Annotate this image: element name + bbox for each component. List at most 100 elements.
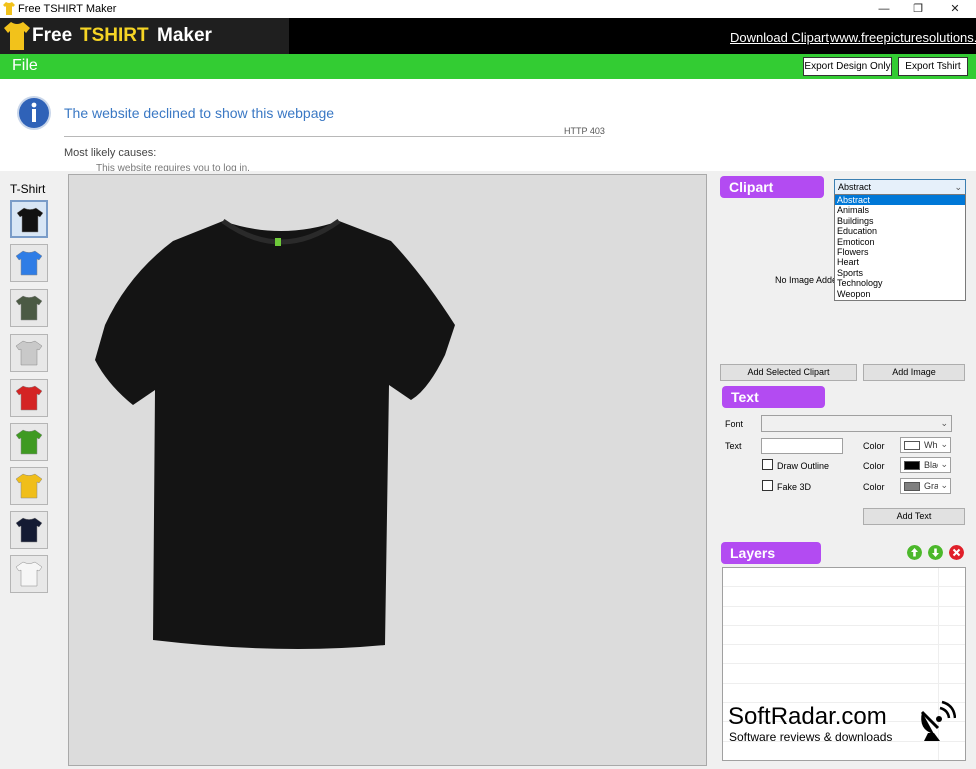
app-window: Free TSHIRT Maker — ❐ ✕ Free TSHIRT Make… [0,0,976,769]
font-select[interactable]: ⌄ [761,415,952,432]
move-layer-down-icon[interactable] [928,545,943,560]
menu-bar: File Export Design Only Export Tshirt [0,54,976,79]
clipart-heading: Clipart [720,176,824,198]
color-swatch [904,461,920,470]
clipart-dropdown-list: Abstract Animals Buildings Education Emotico… [834,194,966,301]
file-menu[interactable]: File [12,57,38,75]
clipart-option[interactable]: Heart [835,257,965,267]
text-color-label: Color [863,441,885,451]
tshirt-body [95,221,455,649]
color-swatch [904,441,920,450]
color-select-black[interactable]: Black⌄ [900,457,951,473]
layer-row [723,587,965,607]
draw-outline-checkbox[interactable] [762,459,773,470]
layers-heading: Layers [721,542,821,564]
error-title: The website declined to show this webpag… [64,105,335,121]
chevron-down-icon: ⌄ [940,439,948,449]
clipart-selected-value: Abstract [838,182,872,192]
add-image-button[interactable]: Add Image [863,364,965,381]
watermark-subtitle: Software reviews & downloads [729,730,893,744]
export-tshirt-button[interactable]: Export Tshirt [898,57,968,76]
satellite-dish-icon [920,700,956,741]
fake-3d-checkbox[interactable] [762,480,773,491]
tshirt-preview [95,218,455,649]
tshirt-swatch-navy[interactable] [10,511,48,549]
info-icon [17,96,51,130]
tshirt-icon [15,385,43,411]
error-cause-item: This website requires you to log in. [96,163,250,171]
tshirt-swatch-green[interactable] [10,423,48,461]
color-name: Black [924,460,938,470]
text-heading: Text [722,386,825,408]
chevron-down-icon: ⌄ [954,182,962,192]
outline-color-label: Color [863,461,885,471]
export-design-button[interactable]: Export Design Only [803,57,892,76]
tshirt-icon [15,295,43,321]
window-title: Free TSHIRT Maker [18,3,117,15]
tshirt-icon [15,561,43,587]
tshirt-swatch-army-green[interactable] [10,289,48,327]
tshirt-label: T-Shirt [10,182,46,196]
error-causes: Most likely causes: [64,147,157,159]
clipart-option[interactable]: Abstract [835,195,965,206]
design-canvas[interactable] [68,174,707,766]
tshirt-swatch-blue[interactable] [10,244,48,282]
maximize-button[interactable]: ❐ [900,0,936,18]
tshirt-icon [15,517,43,543]
layer-row [723,645,965,665]
delete-layer-icon[interactable] [949,545,964,560]
error-divider [64,136,601,137]
color-name: White [924,440,938,450]
tshirt-swatch-yellow[interactable] [10,467,48,505]
clipart-option[interactable]: Weopon [835,289,965,299]
clipart-option[interactable]: Buildings [835,216,965,226]
add-text-button[interactable]: Add Text [863,508,965,525]
clipart-option[interactable]: Flowers [835,247,965,257]
tshirt-icon [15,429,43,455]
clipart-option[interactable]: Education [835,226,965,236]
tshirt-icon [15,250,43,276]
brand-free-text: Free [32,25,73,46]
tshirt-logo-icon [4,22,30,50]
error-code: HTTP 403 [564,126,605,136]
draw-outline-label: Draw Outline [777,461,830,471]
fake-3d-label: Fake 3D [777,482,812,492]
color-swatch [904,482,920,491]
layer-row [723,607,965,626]
tshirt-icon [15,340,43,366]
tshirt-tag [275,238,281,246]
brand-tshirt-text: TSHIRT [80,25,149,46]
layer-row [723,664,965,684]
color-select-white[interactable]: White⌄ [900,437,951,453]
clipart-option[interactable]: Sports [835,268,965,278]
layer-row [723,626,965,646]
brand-maker-text: Maker [157,25,212,46]
title-bar: Free TSHIRT Maker — ❐ ✕ [0,0,976,18]
clipart-option[interactable]: Emoticon [835,237,965,247]
tshirt-swatch-red[interactable] [10,379,48,417]
clipart-option[interactable]: Animals [835,205,965,215]
clipart-option[interactable]: Technology [835,278,965,288]
app-header: Free TSHIRT Maker Download Clipart www.f… [0,18,976,54]
website-link[interactable]: www.freepicturesolutions.com [830,30,976,45]
close-button[interactable]: ✕ [937,0,973,18]
font-label: Font [725,419,744,429]
tshirt-icon [15,473,43,499]
watermark-title: SoftRadar.com [728,703,887,730]
no-image-label: No Image Added [775,275,843,285]
tshirt-icon [16,207,44,233]
tshirt-swatch-heather-grey[interactable] [10,334,48,372]
text-input[interactable] [761,438,843,454]
add-selected-clipart-button[interactable]: Add Selected Clipart [720,364,857,381]
tshirt-swatch-black[interactable] [10,200,48,238]
tshirt-swatch-white[interactable] [10,555,48,593]
download-clipart-link[interactable]: Download Clipart [730,30,829,45]
tshirt-app-icon [3,2,15,15]
minimize-button[interactable]: — [866,0,902,18]
chevron-down-icon: ⌄ [940,480,948,490]
move-layer-up-icon[interactable] [907,545,922,560]
text-label: Text [725,441,742,451]
color-select-gray[interactable]: Gray⌄ [900,478,951,494]
web-error-panel: The website declined to show this webpag… [0,79,976,171]
color-name: Gray [924,481,938,491]
